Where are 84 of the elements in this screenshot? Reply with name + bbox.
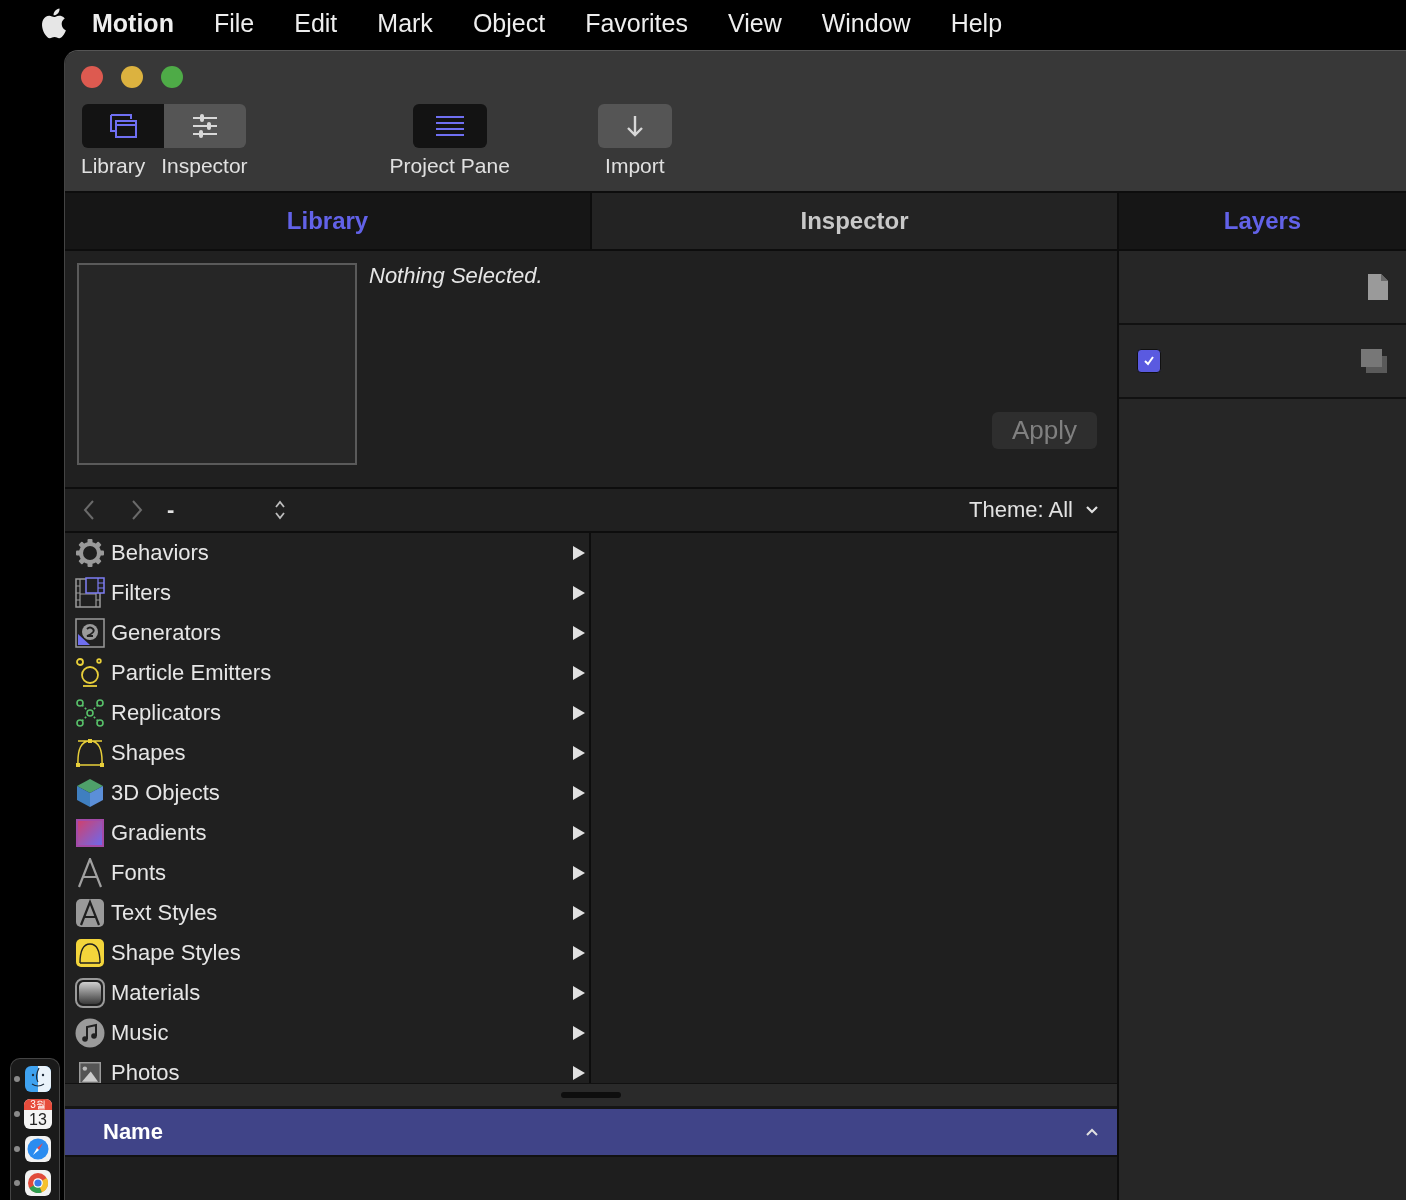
category-item[interactable]: Materials <box>65 973 589 1013</box>
shape-icon <box>75 738 105 768</box>
disclosure-arrow-icon[interactable] <box>573 626 585 640</box>
menu-item[interactable]: Mark <box>377 8 433 38</box>
toolbar-label: Project Pane <box>389 154 510 178</box>
calendar-icon[interactable]: 3월 13 <box>24 1099 52 1129</box>
replicator-icon <box>75 698 105 728</box>
visibility-checkbox[interactable] <box>1137 349 1161 373</box>
selection-message: Nothing Selected. <box>369 263 543 289</box>
cube-icon <box>75 778 105 808</box>
chevron-down-icon[interactable] <box>1085 505 1099 515</box>
disclosure-arrow-icon[interactable] <box>573 746 585 760</box>
toolbar-label: Import <box>605 154 665 178</box>
menu-item[interactable]: File <box>213 8 255 38</box>
import-toolbar-button[interactable] <box>597 104 672 148</box>
disclosure-arrow-icon[interactable] <box>573 906 585 920</box>
category-item[interactable]: Replicators <box>65 693 589 733</box>
disclosure-arrow-icon[interactable] <box>573 986 585 1000</box>
category-item[interactable]: Generators <box>65 613 589 653</box>
category-item[interactable]: Music <box>65 1013 589 1053</box>
gear-icon <box>75 538 105 568</box>
category-item[interactable]: Text Styles <box>65 893 589 933</box>
category-item[interactable]: 3D Objects <box>65 773 589 813</box>
inspector-toolbar-button[interactable] <box>164 104 247 148</box>
material-icon <box>75 978 105 1008</box>
project-pane-toolbar-button[interactable] <box>412 104 487 148</box>
library-toolbar-button[interactable] <box>82 104 165 148</box>
toolbar-label: Library <box>81 154 146 178</box>
menu-item[interactable]: Window <box>821 8 911 38</box>
disclosure-arrow-icon[interactable] <box>573 1066 585 1080</box>
checkmark-icon <box>1142 354 1156 368</box>
splitter-handle[interactable] <box>561 1092 621 1098</box>
disclosure-arrow-icon[interactable] <box>573 706 585 720</box>
panel-tab[interactable]: Inspector <box>590 193 1117 249</box>
app-menu[interactable]: Motion <box>92 8 174 38</box>
lines-icon <box>434 114 465 138</box>
particle-icon <box>75 658 105 688</box>
path-popup[interactable]: - <box>167 497 175 523</box>
browser-icon[interactable] <box>24 1169 52 1197</box>
calendar-month: 3월 <box>24 1099 52 1110</box>
panel-tab[interactable]: Library <box>65 193 590 249</box>
minimize-button[interactable] <box>121 66 143 88</box>
compass-icon[interactable] <box>24 1135 52 1163</box>
down-arrow-icon <box>624 114 645 138</box>
menu-item[interactable]: View <box>727 8 782 38</box>
disclosure-arrow-icon[interactable] <box>573 786 585 800</box>
category-item[interactable]: Behaviors <box>65 533 589 573</box>
close-button[interactable] <box>81 66 103 88</box>
category-item[interactable]: Shape Styles <box>65 933 589 973</box>
category-item[interactable]: Gradients <box>65 813 589 853</box>
disclosure-arrow-icon[interactable] <box>573 666 585 680</box>
disclosure-arrow-icon[interactable] <box>573 1026 585 1040</box>
generator-icon <box>75 618 105 648</box>
sliders-icon <box>191 112 220 140</box>
stacked-squares-icon <box>1360 348 1388 374</box>
zoom-button[interactable] <box>161 66 183 88</box>
sort-caret-icon[interactable] <box>1085 1127 1099 1137</box>
disclosure-arrow-icon[interactable] <box>573 586 585 600</box>
face-icon[interactable] <box>24 1065 52 1093</box>
menu-item[interactable]: Object <box>472 8 546 38</box>
disclosure-arrow-icon[interactable] <box>573 866 585 880</box>
filmstrip-icon <box>75 577 105 609</box>
category-item[interactable]: Particle Emitters <box>65 653 589 693</box>
calendar-day: 13 <box>29 1110 47 1129</box>
menu-item[interactable]: Edit <box>294 8 338 38</box>
toolbar-label: Inspector <box>161 154 248 178</box>
document-icon <box>1368 274 1388 300</box>
up-down-icon[interactable] <box>274 499 287 521</box>
menu-item[interactable]: Favorites <box>585 8 688 38</box>
disclosure-arrow-icon[interactable] <box>573 946 585 960</box>
letter-icon <box>75 858 105 888</box>
category-item[interactable]: Filters <box>65 573 589 613</box>
gradient-icon <box>75 818 105 848</box>
stacked-windows-icon <box>108 112 139 140</box>
panel-tab[interactable]: Layers <box>1119 191 1406 251</box>
music-note-icon <box>75 1018 105 1048</box>
category-item[interactable]: Shapes <box>65 733 589 773</box>
shape-style-icon <box>75 938 105 968</box>
text-style-icon <box>75 898 105 928</box>
theme-dropdown[interactable]: Theme: All <box>969 497 1073 523</box>
menu-item[interactable]: Help <box>950 8 1003 38</box>
disclosure-arrow-icon[interactable] <box>573 826 585 840</box>
category-item[interactable]: Fonts <box>65 853 589 893</box>
disclosure-arrow-icon[interactable] <box>573 546 585 560</box>
